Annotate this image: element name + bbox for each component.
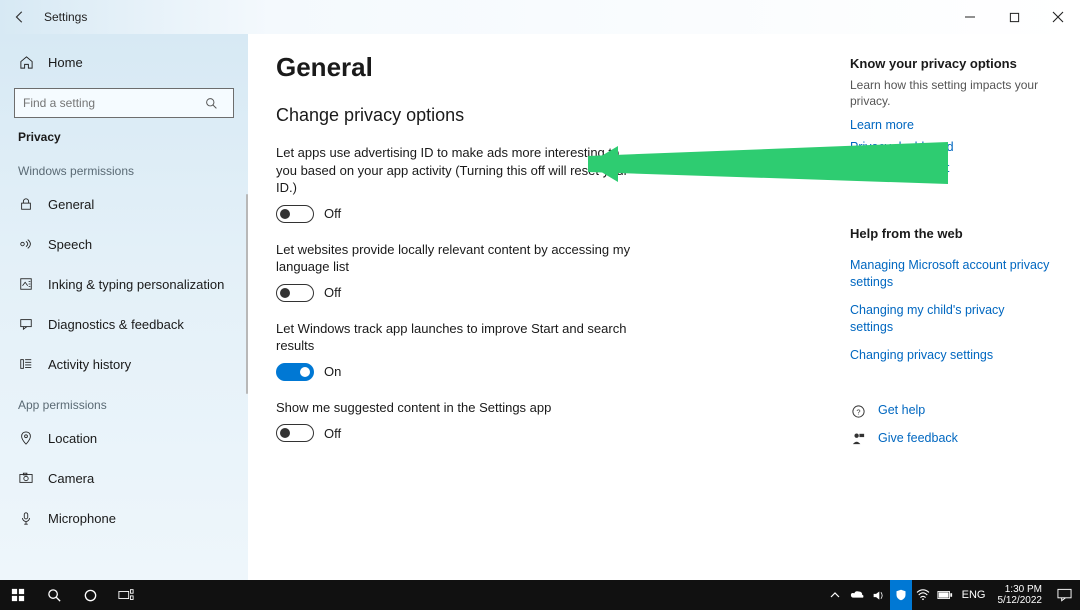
tray-chevron-icon[interactable] — [824, 580, 846, 610]
sidebar-item-speech[interactable]: Speech — [0, 224, 248, 264]
taskbar-search-button[interactable] — [36, 580, 72, 610]
give-feedback-label: Give feedback — [878, 430, 958, 448]
start-button[interactable] — [0, 580, 36, 610]
sidebar-item-label: Activity history — [48, 357, 131, 372]
info-subtext: Learn how this setting impacts your priv… — [850, 77, 1050, 109]
sidebar-category: Privacy — [0, 126, 248, 150]
search-field[interactable] — [15, 96, 205, 110]
toggle-suggested-content[interactable] — [276, 424, 314, 442]
lock-icon — [18, 197, 34, 211]
group-windows-permissions: Windows permissions — [0, 150, 248, 184]
sidebar-item-general[interactable]: General — [0, 184, 248, 224]
sidebar-home[interactable]: Home — [0, 42, 248, 82]
toggle-state: Off — [324, 206, 341, 221]
link-privacy-statement[interactable]: Privacy statement — [850, 160, 1050, 178]
sidebar-item-label: Speech — [48, 237, 92, 252]
svg-text:?: ? — [856, 407, 860, 416]
toggle-track-launches[interactable] — [276, 363, 314, 381]
toggle-advertising-id[interactable] — [276, 205, 314, 223]
option-desc: Show me suggested content in the Setting… — [276, 399, 636, 417]
tray-battery-icon[interactable] — [934, 580, 956, 610]
option-track-launches: Let Windows track app launches to improv… — [276, 320, 636, 381]
sidebar-item-label: Location — [48, 431, 97, 446]
get-help-link[interactable]: ? Get help — [850, 402, 1050, 420]
tray-network-icon[interactable] — [912, 580, 934, 610]
sidebar-item-location[interactable]: Location — [0, 418, 248, 458]
link-child-privacy[interactable]: Changing my child's privacy settings — [850, 302, 1050, 337]
home-icon — [18, 55, 34, 70]
clock-date: 5/12/2022 — [998, 595, 1043, 606]
location-icon — [18, 431, 34, 445]
sidebar: Home Privacy Windows permissions General… — [0, 34, 248, 580]
taskbar: ENG 1:30 PM 5/12/2022 — [0, 580, 1080, 610]
close-button[interactable] — [1036, 1, 1080, 33]
main-content: General Change privacy options Let apps … — [248, 34, 1080, 580]
link-changing-privacy[interactable]: Changing privacy settings — [850, 347, 1050, 365]
search-icon — [205, 97, 233, 110]
tray-language[interactable]: ENG — [956, 580, 992, 610]
toggle-state: On — [324, 364, 341, 379]
taskbar-clock[interactable]: 1:30 PM 5/12/2022 — [992, 584, 1049, 606]
microphone-icon — [18, 511, 34, 525]
sidebar-item-activity[interactable]: Activity history — [0, 344, 248, 384]
link-privacy-dashboard[interactable]: Privacy dashboard — [850, 139, 1050, 157]
help-icon: ? — [850, 404, 866, 419]
feedback-icon — [18, 317, 34, 331]
give-feedback-link[interactable]: Give feedback — [850, 430, 1050, 448]
minimize-button[interactable] — [948, 1, 992, 33]
title-bar: Settings — [0, 0, 1080, 34]
option-language-list: Let websites provide locally relevant co… — [276, 241, 636, 302]
link-manage-account-privacy[interactable]: Managing Microsoft account privacy setti… — [850, 257, 1050, 292]
feedback-person-icon — [850, 431, 866, 446]
cortana-button[interactable] — [72, 580, 108, 610]
window-title: Settings — [44, 10, 87, 24]
sidebar-item-microphone[interactable]: Microphone — [0, 498, 248, 538]
sidebar-home-label: Home — [48, 55, 83, 70]
tray-onedrive-icon[interactable] — [846, 580, 868, 610]
option-desc: Let websites provide locally relevant co… — [276, 241, 636, 276]
option-desc: Let apps use advertising ID to make ads … — [276, 144, 636, 197]
toggle-language-list[interactable] — [276, 284, 314, 302]
tray-volume-icon[interactable] — [868, 580, 890, 610]
option-advertising-id: Let apps use advertising ID to make ads … — [276, 144, 636, 223]
link-learn-more[interactable]: Learn more — [850, 117, 1050, 135]
toggle-state: Off — [324, 285, 341, 300]
page-title: General — [276, 52, 850, 83]
search-input[interactable] — [14, 88, 234, 118]
sidebar-item-inking[interactable]: Inking & typing personalization — [0, 264, 248, 304]
sidebar-item-label: Camera — [48, 471, 94, 486]
option-suggested-content: Show me suggested content in the Setting… — [276, 399, 636, 443]
info-heading: Know your privacy options — [850, 56, 1050, 71]
inking-icon — [18, 277, 34, 291]
action-center-button[interactable] — [1048, 580, 1080, 610]
maximize-button[interactable] — [992, 1, 1036, 33]
camera-icon — [18, 471, 34, 485]
sidebar-item-label: General — [48, 197, 94, 212]
get-help-label: Get help — [878, 402, 925, 420]
sidebar-item-label: Diagnostics & feedback — [48, 317, 184, 332]
history-icon — [18, 357, 34, 371]
sidebar-item-label: Microphone — [48, 511, 116, 526]
option-desc: Let Windows track app launches to improv… — [276, 320, 636, 355]
back-button[interactable] — [6, 3, 34, 31]
toggle-state: Off — [324, 426, 341, 441]
section-heading: Change privacy options — [276, 105, 850, 126]
sidebar-item-label: Inking & typing personalization — [48, 277, 224, 292]
sidebar-item-diagnostics[interactable]: Diagnostics & feedback — [0, 304, 248, 344]
help-heading: Help from the web — [850, 226, 1050, 241]
group-app-permissions: App permissions — [0, 384, 248, 418]
task-view-button[interactable] — [108, 580, 144, 610]
sidebar-item-camera[interactable]: Camera — [0, 458, 248, 498]
speech-icon — [18, 237, 34, 251]
tray-security-icon[interactable] — [890, 580, 912, 610]
info-panel: Know your privacy options Learn how this… — [850, 52, 1050, 580]
clock-time: 1:30 PM — [998, 584, 1043, 595]
